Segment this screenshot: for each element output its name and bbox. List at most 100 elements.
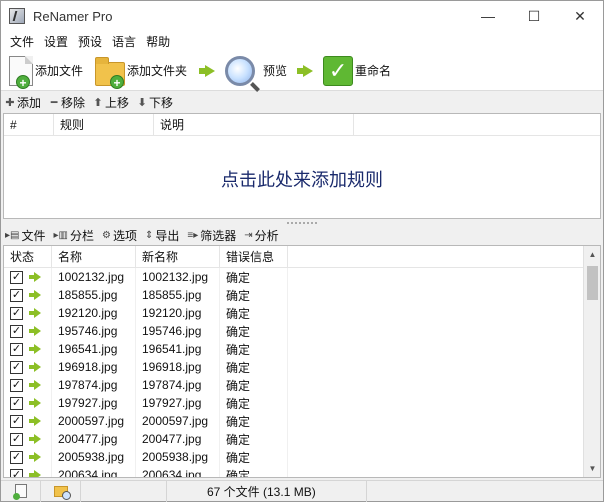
- new-name-cell: 200634.jpg: [136, 466, 220, 477]
- status-cell: ✓: [4, 340, 52, 358]
- arrow-right-icon: [29, 470, 41, 477]
- rename-button[interactable]: ✓ 重命名: [319, 53, 395, 89]
- add-files-button[interactable]: + 添加文件: [5, 53, 87, 90]
- row-checkbox[interactable]: ✓: [10, 378, 23, 392]
- error-cell: 确定: [220, 340, 288, 358]
- row-checkbox[interactable]: ✓: [10, 396, 23, 410]
- new-name-cell: 192120.jpg: [136, 304, 220, 322]
- preview-label: 预览: [263, 64, 288, 78]
- rename-label: 重命名: [355, 64, 392, 78]
- arrow-right-icon: [29, 416, 41, 426]
- row-checkbox[interactable]: ✓: [10, 432, 23, 446]
- status-scan-folder-button[interactable]: [41, 480, 81, 502]
- col-error[interactable]: 错误信息: [220, 246, 288, 267]
- col-name[interactable]: 名称: [52, 246, 136, 267]
- error-cell: 确定: [220, 286, 288, 304]
- close-button[interactable]: ✕: [557, 1, 603, 31]
- menu-presets[interactable]: 预设: [73, 33, 107, 50]
- files-header: 状态 名称 新名称 错误信息: [4, 246, 600, 268]
- options-menu-button[interactable]: ⚙ 选项: [102, 227, 137, 244]
- move-down-button[interactable]: ⬇ 下移: [137, 94, 173, 111]
- row-checkbox[interactable]: ✓: [10, 360, 23, 374]
- status-add-files-button[interactable]: [1, 480, 41, 502]
- file-row[interactable]: ✓ 200634.jpg 200634.jpg 确定: [4, 466, 600, 477]
- files-menu-button[interactable]: ▸▤ 文件: [5, 227, 45, 244]
- status-cell: ✓: [4, 394, 52, 412]
- row-checkbox[interactable]: ✓: [10, 468, 23, 477]
- rules-header: # 规则 说明: [4, 114, 600, 136]
- scroll-up-icon[interactable]: ▲: [584, 246, 600, 263]
- error-cell: 确定: [220, 448, 288, 466]
- file-name-cell: 196541.jpg: [52, 340, 136, 358]
- add-rule-button[interactable]: ✚ 添加: [5, 94, 41, 111]
- file-row[interactable]: ✓ 197874.jpg 197874.jpg 确定: [4, 376, 600, 394]
- status-cell: ✓: [4, 448, 52, 466]
- file-row[interactable]: ✓ 196541.jpg 196541.jpg 确定: [4, 340, 600, 358]
- status-cell: ✓: [4, 268, 52, 286]
- new-name-cell: 195746.jpg: [136, 322, 220, 340]
- plus-icon: ✚: [5, 96, 15, 109]
- scroll-thumb[interactable]: [587, 266, 598, 300]
- menu-settings[interactable]: 设置: [39, 33, 73, 50]
- rules-col-description[interactable]: 说明: [154, 114, 354, 135]
- arrow-right-icon: [29, 272, 41, 282]
- file-row[interactable]: ✓ 196918.jpg 196918.jpg 确定: [4, 358, 600, 376]
- files-panel[interactable]: 状态 名称 新名称 错误信息 ✓ 1002132.jpg 1002132.jpg 确定…: [3, 245, 601, 478]
- new-name-cell: 197927.jpg: [136, 394, 220, 412]
- menu-language[interactable]: 语言: [107, 33, 141, 50]
- add-folder-icon: +: [95, 56, 126, 90]
- rules-panel[interactable]: # 规则 说明 点击此处来添加规则: [3, 113, 601, 219]
- columns-menu-button[interactable]: ▸▥ 分栏: [53, 227, 93, 244]
- remove-rule-label: 移除: [61, 95, 86, 110]
- row-checkbox[interactable]: ✓: [10, 414, 23, 428]
- file-row[interactable]: ✓ 185855.jpg 185855.jpg 确定: [4, 286, 600, 304]
- col-new-name[interactable]: 新名称: [136, 246, 220, 267]
- row-checkbox[interactable]: ✓: [10, 324, 23, 338]
- new-name-cell: 197874.jpg: [136, 376, 220, 394]
- file-row[interactable]: ✓ 192120.jpg 192120.jpg 确定: [4, 304, 600, 322]
- arrow-right-icon: [29, 380, 41, 390]
- maximize-button[interactable]: ☐: [511, 1, 557, 31]
- error-cell: 确定: [220, 430, 288, 448]
- arrow-right-icon: [29, 344, 41, 354]
- move-up-button[interactable]: ⬆ 上移: [93, 94, 129, 111]
- row-checkbox[interactable]: ✓: [10, 342, 23, 356]
- rules-col-index[interactable]: #: [4, 114, 54, 135]
- row-checkbox[interactable]: ✓: [10, 306, 23, 320]
- col-status[interactable]: 状态: [4, 246, 52, 267]
- add-file-icon: [12, 484, 27, 500]
- main-toolbar: + 添加文件 + 添加文件夹 预览 ✓ 重命名: [1, 51, 603, 91]
- remove-rule-button[interactable]: ━ 移除: [49, 94, 85, 111]
- export-menu-button[interactable]: ⇕ 导出: [145, 227, 179, 244]
- menu-file[interactable]: 文件: [5, 33, 39, 50]
- status-cell: ✓: [4, 358, 52, 376]
- add-folder-button[interactable]: + 添加文件夹: [91, 53, 191, 90]
- file-row[interactable]: ✓ 2000597.jpg 2000597.jpg 确定: [4, 412, 600, 430]
- file-row[interactable]: ✓ 200477.jpg 200477.jpg 确定: [4, 430, 600, 448]
- window-title: ReNamer Pro: [33, 8, 113, 24]
- files-toolbar: ▸▤ 文件 ▸▥ 分栏 ⚙ 选项 ⇕ 导出 ≡▸ 筛选器 ⇥ 分析: [1, 226, 603, 244]
- row-checkbox[interactable]: ✓: [10, 288, 23, 302]
- files-scrollbar[interactable]: ▲ ▼: [583, 246, 600, 477]
- columns-icon: ▸▥: [53, 229, 68, 241]
- row-checkbox[interactable]: ✓: [10, 450, 23, 464]
- scroll-down-icon[interactable]: ▼: [584, 460, 600, 477]
- new-name-cell: 1002132.jpg: [136, 268, 220, 286]
- new-name-cell: 2005938.jpg: [136, 448, 220, 466]
- file-row[interactable]: ✓ 2005938.jpg 2005938.jpg 确定: [4, 448, 600, 466]
- rules-col-rule[interactable]: 规则: [54, 114, 154, 135]
- analyze-menu-button[interactable]: ⇥ 分析: [244, 227, 278, 244]
- splitter-grip: [287, 222, 317, 224]
- file-row[interactable]: ✓ 197927.jpg 197927.jpg 确定: [4, 394, 600, 412]
- file-name-cell: 200477.jpg: [52, 430, 136, 448]
- add-rules-prompt[interactable]: 点击此处来添加规则: [4, 166, 600, 192]
- menu-help[interactable]: 帮助: [141, 33, 175, 50]
- error-cell: 确定: [220, 304, 288, 322]
- new-name-cell: 196541.jpg: [136, 340, 220, 358]
- preview-button[interactable]: 预览: [221, 53, 291, 89]
- row-checkbox[interactable]: ✓: [10, 270, 23, 284]
- filter-menu-button[interactable]: ≡▸ 筛选器: [187, 227, 236, 244]
- file-row[interactable]: ✓ 195746.jpg 195746.jpg 确定: [4, 322, 600, 340]
- minimize-button[interactable]: —: [465, 1, 511, 31]
- file-row[interactable]: ✓ 1002132.jpg 1002132.jpg 确定: [4, 268, 600, 286]
